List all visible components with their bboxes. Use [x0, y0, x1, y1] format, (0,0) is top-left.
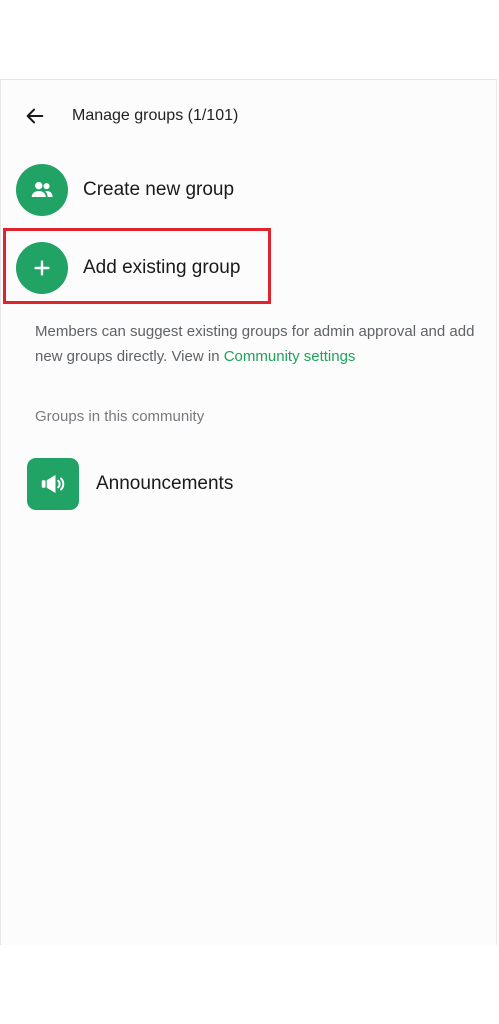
header: Manage groups (1/101): [1, 80, 496, 152]
megaphone-icon: [41, 475, 65, 493]
highlight-box: [3, 228, 271, 304]
create-new-group-label: Create new group: [83, 179, 235, 200]
community-settings-link[interactable]: Community settings: [224, 348, 356, 365]
announcements-avatar: [27, 458, 79, 510]
back-button[interactable]: [21, 102, 49, 130]
arrow-left-icon: [26, 108, 44, 124]
group-item-announcements[interactable]: Announcements: [1, 449, 496, 519]
groups-section-heading: Groups in this community: [35, 408, 205, 425]
community-info-text: Members can suggest existing groups for …: [35, 319, 475, 369]
create-new-group-button[interactable]: Create new group: [1, 155, 496, 225]
people-icon: [31, 181, 53, 198]
group-item-label: Announcements: [96, 473, 234, 494]
create-group-avatar: [16, 164, 68, 216]
manage-groups-panel: Manage groups (1/101) Create new group A…: [0, 79, 497, 945]
page-title: Manage groups (1/101): [72, 107, 239, 124]
